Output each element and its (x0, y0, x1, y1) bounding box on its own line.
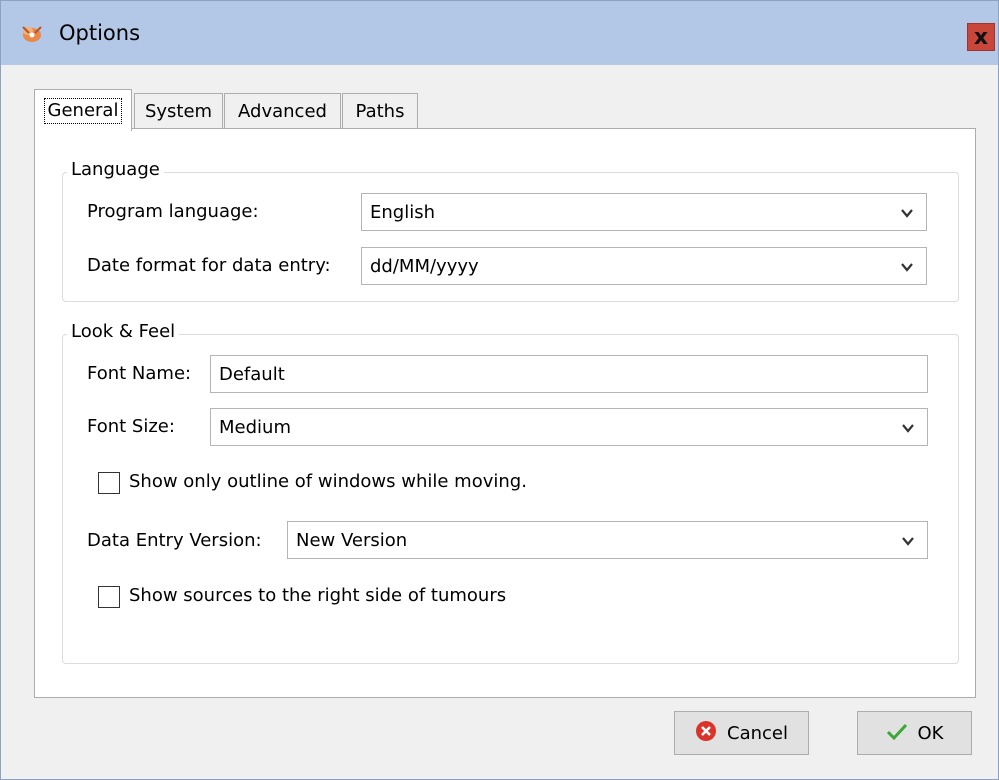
language-group: Language Program language: English Date … (62, 159, 959, 302)
font-name-label: Font Name: (87, 363, 192, 384)
cancel-label: Cancel (727, 722, 788, 744)
data-entry-version-select[interactable]: New Version (287, 521, 928, 559)
close-button[interactable]: x (967, 23, 995, 51)
cancel-icon (695, 720, 717, 747)
outline-windows-label[interactable]: Show only outline of windows while movin… (129, 471, 527, 492)
ok-label: OK (917, 722, 944, 744)
program-language-select[interactable]: English (361, 193, 927, 231)
date-format-value: dd/MM/yyyy (370, 255, 479, 277)
data-entry-version-label: Data Entry Version: (87, 530, 262, 551)
font-name-value: Default (219, 363, 285, 385)
look-and-feel-group: Look & Feel Font Name: Default Font Size… (62, 321, 959, 664)
program-language-value: English (370, 201, 435, 223)
tab-advanced[interactable]: Advanced (224, 93, 341, 129)
font-size-select[interactable]: Medium (210, 408, 928, 446)
cancel-button[interactable]: Cancel (674, 711, 809, 755)
date-format-label: Date format for data entry: (87, 255, 331, 276)
app-logo-icon (19, 23, 45, 45)
chevron-down-icon (901, 532, 915, 546)
tab-paths-label: Paths (355, 101, 405, 122)
chevron-down-icon (901, 419, 915, 433)
look-and-feel-group-title: Look & Feel (67, 321, 180, 342)
tab-advanced-label: Advanced (238, 101, 327, 122)
tab-general-label: General (43, 97, 123, 124)
font-name-input[interactable]: Default (210, 355, 928, 393)
ok-button[interactable]: OK (857, 711, 972, 755)
checkmark-icon (886, 720, 908, 747)
title-bar[interactable]: Options x (1, 1, 998, 65)
show-sources-checkbox[interactable] (98, 586, 120, 608)
general-tab-panel: Language Program language: English Date … (34, 128, 976, 698)
tab-system[interactable]: System (134, 93, 223, 129)
font-size-label: Font Size: (87, 416, 175, 437)
window-title: Options (59, 21, 141, 45)
tab-general[interactable]: General (34, 89, 132, 131)
language-group-title: Language (67, 159, 164, 180)
chevron-down-icon (900, 258, 914, 272)
tab-system-label: System (144, 101, 213, 122)
date-format-select[interactable]: dd/MM/yyyy (361, 247, 927, 285)
show-sources-label[interactable]: Show sources to the right side of tumour… (129, 585, 506, 606)
options-dialog: Options x General System Advanced Paths … (0, 0, 999, 780)
program-language-label: Program language: (87, 201, 259, 222)
outline-windows-checkbox[interactable] (98, 472, 120, 494)
data-entry-version-value: New Version (296, 529, 408, 551)
font-size-value: Medium (219, 416, 291, 438)
chevron-down-icon (900, 204, 914, 218)
close-icon: x (973, 24, 989, 50)
tab-paths[interactable]: Paths (342, 93, 418, 129)
